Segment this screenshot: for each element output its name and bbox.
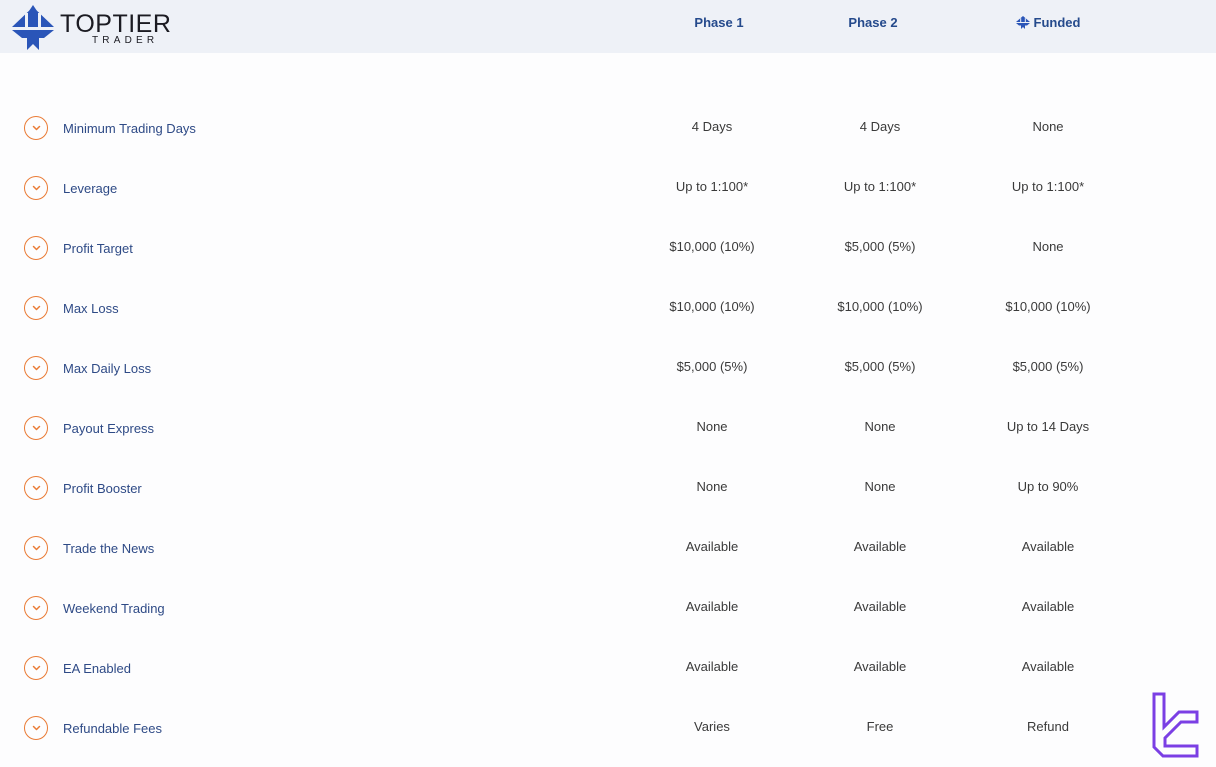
cell-phase-1: $10,000 (10%) [669, 239, 755, 254]
chevron-down-icon [32, 305, 40, 311]
column-header-funded: Funded [973, 13, 1123, 31]
chevron-down-icon [32, 725, 40, 731]
expand-row-button[interactable] [24, 596, 48, 620]
cell-funded: None [1032, 119, 1064, 134]
row-label[interactable]: Payout Express [63, 421, 154, 437]
cell-funded: None [1032, 239, 1064, 254]
cell-phase-2: $10,000 (10%) [837, 299, 923, 314]
row-label[interactable]: EA Enabled [63, 661, 131, 677]
table-row: Trade the News Available Available Availabl… [0, 518, 1216, 578]
row-label[interactable]: Minimum Trading Days [63, 121, 196, 137]
row-label[interactable]: Profit Target [63, 241, 133, 257]
column-header-phase-1: Phase 1 [644, 13, 794, 31]
cell-phase-2: None [864, 479, 896, 494]
column-header-label: Phase 2 [848, 14, 898, 30]
logo-wordmark: TOPTIER [60, 10, 172, 38]
toptier-logo[interactable]: TOPTIER TRADER [11, 5, 171, 51]
expand-row-button[interactable] [24, 416, 48, 440]
row-label[interactable]: Max Daily Loss [63, 361, 151, 377]
cell-phase-1: $10,000 (10%) [669, 299, 755, 314]
table-row: Minimum Trading Days 4 Days 4 Days None [0, 98, 1216, 158]
table-row: Profit Booster None None Up to 90% [0, 458, 1216, 518]
cell-funded: $5,000 (5%) [1012, 359, 1084, 374]
chevron-down-icon [32, 245, 40, 251]
logo-subtitle: TRADER [92, 35, 159, 46]
cell-funded: Available [1021, 599, 1075, 614]
table-row: Max Daily Loss $5,000 (5%) $5,000 (5%) $5,0… [0, 338, 1216, 398]
cell-phase-2: Available [853, 539, 907, 554]
cell-phase-1: Available [685, 539, 739, 554]
cell-funded: $10,000 (10%) [1005, 299, 1091, 314]
chevron-down-icon [32, 605, 40, 611]
cell-funded: Available [1021, 539, 1075, 554]
cell-phase-1: Varies [694, 719, 730, 734]
expand-row-button[interactable] [24, 116, 48, 140]
cell-phase-1: $5,000 (5%) [676, 359, 748, 374]
cell-phase-1: Up to 1:100* [675, 179, 749, 194]
cell-phase-1: Available [685, 659, 739, 674]
chevron-down-icon [32, 125, 40, 131]
cell-phase-2: Available [853, 659, 907, 674]
table-row: Max Loss $10,000 (10%) $10,000 (10%) $10,00… [0, 278, 1216, 338]
cell-funded: Up to 90% [1017, 479, 1079, 494]
expand-row-button[interactable] [24, 536, 48, 560]
cell-funded: Available [1021, 659, 1075, 674]
chevron-down-icon [32, 545, 40, 551]
table-row: Refundable Fees Varies Free Refund [0, 698, 1216, 758]
expand-row-button[interactable] [24, 296, 48, 320]
tradingfinder-watermark-icon [1152, 692, 1199, 758]
column-header-label: Phase 1 [694, 14, 744, 30]
cell-phase-2: $5,000 (5%) [844, 239, 916, 254]
chevron-down-icon [32, 665, 40, 671]
row-label[interactable]: Leverage [63, 181, 117, 197]
table-row: Leverage Up to 1:100* Up to 1:100* Up to 1:… [0, 158, 1216, 218]
chevron-down-icon [32, 425, 40, 431]
toptier-mini-logo-icon [1015, 15, 1030, 29]
chevron-down-icon [32, 365, 40, 371]
cell-phase-2: Free [866, 719, 894, 734]
toptier-arrows-logo-icon [11, 5, 55, 50]
table-row: Payout Express None None Up to 14 Days [0, 398, 1216, 458]
cell-phase-2: Available [853, 599, 907, 614]
expand-row-button[interactable] [24, 716, 48, 740]
cell-funded: Up to 14 Days [1006, 419, 1090, 434]
cell-phase-1: None [696, 479, 728, 494]
cell-phase-2: $5,000 (5%) [844, 359, 916, 374]
cell-phase-2: None [864, 419, 896, 434]
expand-row-button[interactable] [24, 476, 48, 500]
expand-row-button[interactable] [24, 176, 48, 200]
cell-phase-2: 4 Days [859, 119, 901, 134]
table-row: Weekend Trading Available Available Availab… [0, 578, 1216, 638]
chevron-down-icon [32, 185, 40, 191]
column-header-label: Funded [1033, 14, 1081, 30]
expand-row-button[interactable] [24, 656, 48, 680]
column-header-phase-2: Phase 2 [798, 13, 948, 31]
cell-funded: Up to 1:100* [1011, 179, 1085, 194]
chevron-down-icon [32, 485, 40, 491]
cell-phase-1: Available [685, 599, 739, 614]
cell-phase-2: Up to 1:100* [843, 179, 917, 194]
row-label[interactable]: Profit Booster [63, 481, 142, 497]
cell-phase-1: 4 Days [691, 119, 733, 134]
row-label[interactable]: Weekend Trading [63, 601, 165, 617]
table-row: EA Enabled Available Available Available [0, 638, 1216, 698]
expand-row-button[interactable] [24, 236, 48, 260]
table-row: Profit Target $10,000 (10%) $5,000 (5%) Non… [0, 218, 1216, 278]
cell-funded: Refund [1027, 719, 1069, 734]
page-header: TOPTIER TRADER Phase 1 Phase 2 Funded [0, 0, 1216, 53]
row-label[interactable]: Refundable Fees [63, 721, 162, 737]
cell-phase-1: None [696, 419, 728, 434]
expand-row-button[interactable] [24, 356, 48, 380]
row-label[interactable]: Max Loss [63, 301, 119, 317]
row-label[interactable]: Trade the News [63, 541, 154, 557]
